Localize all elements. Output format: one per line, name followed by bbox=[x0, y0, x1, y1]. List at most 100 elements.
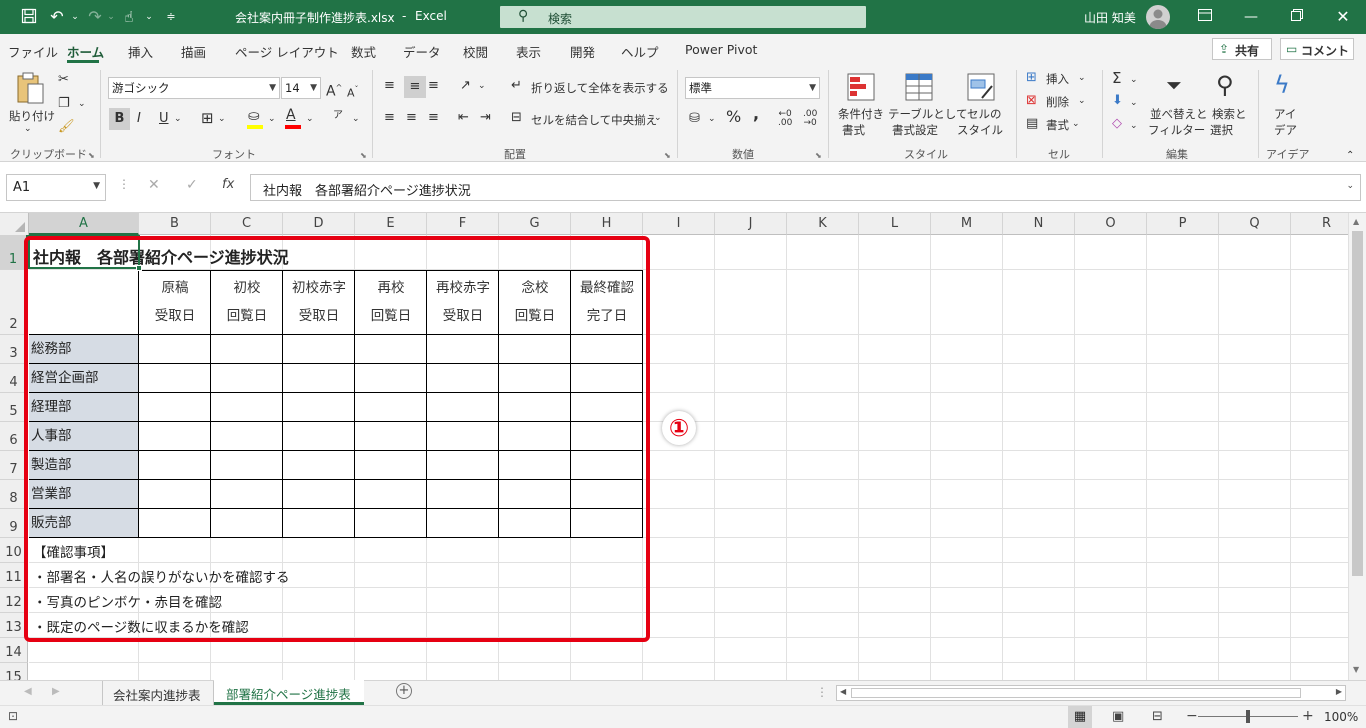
number-format-combo[interactable]: 標準 ▼ bbox=[685, 77, 820, 99]
tab-view[interactable]: 表示 bbox=[516, 42, 541, 61]
collapse-ribbon-icon[interactable]: ⌃ bbox=[1346, 148, 1354, 164]
restore-icon[interactable] bbox=[1288, 8, 1306, 26]
format-as-table-button[interactable]: テーブルとして 書式設定 bbox=[886, 70, 967, 144]
zoom-out-button[interactable]: − bbox=[1186, 708, 1198, 724]
select-all-button[interactable] bbox=[0, 213, 29, 236]
copy-icon[interactable]: ❐ bbox=[58, 96, 70, 112]
accounting-dropdown-icon[interactable]: ⌄ bbox=[708, 111, 716, 127]
font-name-combo[interactable]: 游ゴシック ▼ bbox=[108, 77, 280, 99]
bold-button[interactable]: B bbox=[109, 108, 130, 130]
underline-dropdown-icon[interactable]: ⌄ bbox=[174, 111, 182, 127]
column-header-a[interactable]: A bbox=[29, 213, 139, 235]
wrap-text-button[interactable]: ↵ 折り返して全体を表示する bbox=[511, 78, 671, 98]
font-size-combo[interactable]: 14 ▼ bbox=[281, 77, 321, 99]
tab-file[interactable]: ファイル bbox=[8, 42, 58, 61]
tab-data[interactable]: データ bbox=[403, 42, 441, 61]
minimize-icon[interactable]: — bbox=[1242, 8, 1260, 26]
font-color-dropdown-icon[interactable]: ⌄ bbox=[306, 111, 314, 127]
paste-button[interactable]: 貼り付け ⌄ bbox=[8, 68, 55, 142]
page-break-view-icon[interactable]: ⊟ bbox=[1152, 709, 1163, 724]
prev-sheet-icon[interactable]: ◀ bbox=[24, 686, 32, 697]
decrease-indent-icon[interactable]: ⇤ bbox=[458, 110, 469, 126]
cancel-icon[interactable]: ✕ bbox=[148, 177, 160, 193]
tab-developer[interactable]: 開発 bbox=[570, 42, 595, 61]
tab-help[interactable]: ヘルプ bbox=[621, 42, 659, 61]
delete-cells-button[interactable]: ⊠ 削除 ⌄ bbox=[1026, 93, 1092, 113]
row-header-14[interactable]: 14 bbox=[0, 638, 28, 663]
tab-page-layout[interactable]: ページ レイアウト bbox=[235, 42, 339, 61]
sheet-tab-company[interactable]: 会社案内進捗表 bbox=[102, 681, 214, 705]
vertical-scroll-thumb[interactable] bbox=[1352, 231, 1363, 576]
autosum-dropdown-icon[interactable]: ⌄ bbox=[1130, 72, 1138, 88]
fill-icon[interactable]: ⬇ bbox=[1112, 93, 1123, 109]
orientation-dropdown-icon[interactable]: ⌄ bbox=[478, 78, 486, 94]
alignment-launcher-icon[interactable]: ⬊ bbox=[664, 148, 671, 164]
column-header-k[interactable]: K bbox=[787, 213, 859, 235]
column-header-j[interactable]: J bbox=[715, 213, 787, 235]
percent-style-button[interactable]: % bbox=[726, 109, 741, 125]
decrease-decimal-icon[interactable]: .00 →0 bbox=[803, 110, 817, 128]
column-header-e[interactable]: E bbox=[355, 213, 427, 235]
phonetic-icon[interactable]: ア bbox=[333, 108, 343, 124]
borders-icon[interactable]: ⊞ bbox=[201, 110, 214, 126]
align-left-icon[interactable]: ≡ bbox=[384, 110, 395, 126]
orientation-icon[interactable]: ↗ bbox=[460, 78, 471, 94]
column-header-m[interactable]: M bbox=[931, 213, 1003, 235]
tab-formulas[interactable]: 数式 bbox=[351, 42, 376, 61]
font-color-icon[interactable]: A bbox=[286, 107, 296, 123]
clear-icon[interactable]: ◇ bbox=[1112, 116, 1122, 132]
format-painter-icon[interactable]: 🖌 bbox=[58, 119, 75, 135]
conditional-formatting-button[interactable]: 条件付き 書式 bbox=[836, 70, 886, 144]
grow-font-icon[interactable]: A^ bbox=[326, 80, 342, 100]
column-header-i[interactable]: I bbox=[643, 213, 715, 235]
clipboard-launcher-icon[interactable]: ⬊ bbox=[88, 148, 95, 164]
vertical-scrollbar[interactable]: ▲ ▼ bbox=[1348, 213, 1366, 680]
format-cells-button[interactable]: ▤ 書式 ⌄ bbox=[1026, 116, 1092, 136]
merge-center-button[interactable]: ⊟ セルを結合して中央揃え ⌄ bbox=[511, 110, 671, 130]
scroll-down-icon[interactable]: ▼ bbox=[1353, 665, 1359, 674]
align-bottom-icon[interactable]: ≡ bbox=[428, 78, 439, 94]
column-header-d[interactable]: D bbox=[283, 213, 355, 235]
column-header-h[interactable]: H bbox=[571, 213, 643, 235]
save-icon[interactable] bbox=[20, 8, 38, 26]
next-sheet-icon[interactable]: ▶ bbox=[52, 686, 60, 697]
tab-draw[interactable]: 描画 bbox=[181, 42, 206, 61]
column-header-l[interactable]: L bbox=[859, 213, 931, 235]
new-sheet-icon[interactable]: + bbox=[396, 683, 412, 699]
scroll-right-icon[interactable]: ▶ bbox=[1336, 687, 1342, 696]
align-top-icon[interactable]: ≡ bbox=[384, 78, 395, 94]
borders-dropdown-icon[interactable]: ⌄ bbox=[218, 111, 226, 127]
font-launcher-icon[interactable]: ⬊ bbox=[360, 148, 367, 164]
ideas-button[interactable]: ϟ アイ デア bbox=[1266, 70, 1306, 144]
increase-indent-icon[interactable]: ⇥ bbox=[480, 110, 491, 126]
share-button[interactable]: ⇪ 共有 bbox=[1212, 38, 1272, 60]
touch-dropdown-icon[interactable]: ⌄ bbox=[140, 8, 158, 26]
accounting-format-icon[interactable]: ⛁ bbox=[689, 111, 700, 127]
row-header-15[interactable]: 15 bbox=[0, 663, 28, 680]
horizontal-scrollbar[interactable]: ◀ ▶ bbox=[836, 685, 1346, 701]
find-select-button[interactable]: ⚲ 検索と 選択 bbox=[1208, 70, 1252, 144]
tab-review[interactable]: 校閲 bbox=[463, 42, 488, 61]
cut-icon[interactable]: ✂ bbox=[58, 72, 69, 88]
column-header-o[interactable]: O bbox=[1075, 213, 1147, 235]
enter-icon[interactable]: ✓ bbox=[186, 177, 198, 193]
search-box[interactable]: ⚲ 検索 bbox=[500, 6, 866, 28]
align-center-icon[interactable]: ≡ bbox=[406, 110, 417, 126]
column-header-f[interactable]: F bbox=[427, 213, 499, 235]
number-launcher-icon[interactable]: ⬊ bbox=[815, 148, 822, 164]
tab-home[interactable]: ホーム bbox=[67, 42, 104, 61]
zoom-slider-thumb[interactable] bbox=[1246, 710, 1250, 723]
touch-mode-icon[interactable]: ☝ bbox=[120, 8, 138, 26]
tab-insert[interactable]: 挿入 bbox=[128, 42, 153, 61]
copy-dropdown-icon[interactable]: ⌄ bbox=[78, 96, 86, 112]
cell-styles-button[interactable]: セルの スタイル bbox=[955, 70, 1007, 144]
fill-dropdown-icon[interactable]: ⌄ bbox=[1130, 95, 1138, 111]
align-right-icon[interactable]: ≡ bbox=[428, 110, 439, 126]
undo-icon[interactable]: ↶ bbox=[48, 8, 66, 26]
avatar[interactable] bbox=[1146, 5, 1170, 29]
close-icon[interactable]: ✕ bbox=[1334, 8, 1352, 26]
comma-style-button[interactable]: , bbox=[753, 106, 759, 122]
column-header-c[interactable]: C bbox=[211, 213, 283, 235]
normal-view-icon[interactable]: ▦ bbox=[1068, 706, 1092, 728]
undo-dropdown-icon[interactable]: ⌄ bbox=[66, 8, 84, 26]
